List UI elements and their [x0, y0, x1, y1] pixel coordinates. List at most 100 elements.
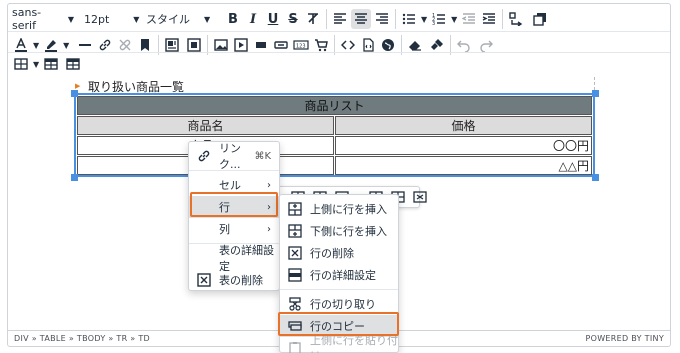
- indent-button[interactable]: [480, 9, 498, 29]
- horizontal-rule-icon: [79, 44, 92, 46]
- menu-item-label: 列: [219, 223, 230, 236]
- menu-item-label: リンク...: [219, 142, 241, 171]
- col-delete-icon: [413, 191, 427, 203]
- menu-item-label: セル: [219, 179, 241, 192]
- redo-icon: [480, 40, 494, 52]
- table-icon: [14, 58, 28, 70]
- file-code-icon: [363, 38, 374, 52]
- menu-item-link[interactable]: リンク... ⌘K: [189, 142, 279, 171]
- menu-item-row-properties[interactable]: 行の詳細設定: [280, 264, 398, 286]
- image-align-icon: [165, 38, 180, 52]
- table-title[interactable]: 商品リスト: [77, 96, 592, 115]
- strikethrough-button[interactable]: S: [284, 9, 302, 29]
- row-properties-icon: [286, 268, 304, 282]
- numbered-list-button[interactable]: 123: [430, 9, 448, 29]
- outdent-button[interactable]: [460, 9, 478, 29]
- cart-icon: [315, 39, 329, 52]
- table-grid-button[interactable]: [64, 54, 82, 74]
- copy-format-button[interactable]: [531, 9, 549, 29]
- table-button[interactable]: [12, 54, 30, 74]
- style-select[interactable]: スタイル ▼: [142, 9, 224, 29]
- row-delete-icon: [286, 246, 304, 260]
- toolbar-row-1: sans-serif ▼ 12pt ▼ スタイル ▼ B I U S ▼ 1 2…: [8, 6, 549, 32]
- chevron-down-icon[interactable]: ▼: [63, 41, 69, 50]
- align-right-button[interactable]: [373, 9, 391, 29]
- clear-format-button[interactable]: [304, 9, 322, 29]
- chevron-down-icon: ▼: [133, 14, 140, 24]
- bold-button[interactable]: B: [224, 9, 242, 29]
- table-properties-button[interactable]: [42, 54, 60, 74]
- toolbar-divider: [8, 52, 670, 53]
- header-cell-price[interactable]: 価格: [335, 116, 592, 135]
- resize-handle[interactable]: [592, 90, 599, 97]
- table-delete-icon: [195, 273, 213, 287]
- menu-item-label: 行: [219, 201, 230, 214]
- product-table[interactable]: 商品リスト 商品名 価格 商品A 〇〇円 △△円: [74, 93, 595, 177]
- link-icon: [195, 149, 213, 163]
- image-frame-icon: [187, 38, 202, 52]
- header-cell-name[interactable]: 商品名: [77, 116, 334, 135]
- chevron-down-icon: ▼: [204, 14, 211, 24]
- undo-icon: [457, 40, 470, 52]
- menu-item-cell[interactable]: セル ›: [189, 174, 279, 196]
- menu-item-insert-row-after[interactable]: 下側に行を挿入: [280, 220, 398, 242]
- menu-item-column[interactable]: 列 ›: [189, 218, 279, 240]
- font-size-select[interactable]: 12pt ▼: [80, 9, 140, 29]
- row-cut-icon: [286, 297, 304, 311]
- anchor-arrow-icon: ▶: [75, 82, 81, 90]
- link-icon: [100, 39, 111, 51]
- eraser-icon: [409, 41, 422, 51]
- table-grid-icon: [66, 58, 80, 70]
- menu-item-insert-row-before[interactable]: 上側に行を挿入: [280, 198, 398, 220]
- bullet-list-button[interactable]: [400, 9, 418, 29]
- toolbar-divider: [395, 9, 396, 29]
- chevron-right-icon: ›: [267, 223, 271, 235]
- font-family-value: sans-serif: [12, 6, 42, 32]
- table-cell[interactable]: △△円: [335, 156, 592, 175]
- italic-button[interactable]: I: [244, 9, 262, 29]
- chevron-right-icon: ›: [267, 201, 271, 213]
- align-left-button[interactable]: [331, 9, 349, 29]
- highlight-icon: [45, 40, 58, 52]
- chevron-down-icon[interactable]: ▼: [451, 15, 457, 24]
- menu-item-label: 行の削除: [310, 247, 354, 260]
- resize-handle[interactable]: [592, 174, 599, 181]
- numbered-list-icon: 123: [432, 13, 446, 26]
- code-icon: [341, 40, 356, 50]
- menu-item-table-properties[interactable]: 表の詳細設定: [189, 244, 279, 273]
- col-delete-button[interactable]: [411, 187, 429, 207]
- image-icon: [214, 39, 229, 51]
- chevron-down-icon[interactable]: ▼: [421, 15, 427, 24]
- menu-item-label: 表の削除: [219, 274, 263, 287]
- menu-item-paste-row-before[interactable]: 上側に行を貼り付け: [280, 334, 398, 353]
- bullet-list-icon: [402, 13, 415, 25]
- menu-item-delete-row[interactable]: 行の削除: [280, 242, 398, 264]
- source-format-button[interactable]: [507, 9, 525, 29]
- button-icon: [274, 41, 289, 49]
- style-value: スタイル: [146, 13, 190, 26]
- underline-button[interactable]: U: [264, 9, 282, 29]
- chevron-down-icon: ▼: [67, 14, 74, 24]
- counter-icon: 123: [293, 40, 309, 50]
- resize-handle[interactable]: [71, 174, 78, 181]
- powered-by-brand[interactable]: POWERED BY TINY: [586, 334, 665, 343]
- element-path[interactable]: DIV » TABLE » TBODY » TR » TD: [14, 334, 150, 343]
- menu-item-row[interactable]: 行 ›: [189, 196, 279, 218]
- menu-item-delete-table[interactable]: 表の削除: [189, 269, 279, 291]
- table-cell[interactable]: 〇〇円: [335, 136, 592, 155]
- chevron-down-icon[interactable]: ▼: [33, 60, 39, 69]
- context-menu: リンク... ⌘K セル › 行 › 列 › 表の詳細設定 表の削除: [188, 141, 280, 291]
- align-center-button[interactable]: [351, 9, 371, 29]
- toolbar-divider: [502, 9, 504, 29]
- block-icon: [256, 42, 267, 48]
- chevron-down-icon[interactable]: ▼: [33, 41, 39, 50]
- menu-item-cut-row[interactable]: 行の切り取り: [280, 293, 398, 315]
- bookmark-icon: [141, 39, 150, 51]
- resize-handle[interactable]: [71, 90, 78, 97]
- globe-icon: [382, 39, 395, 51]
- font-family-select[interactable]: sans-serif ▼: [8, 6, 78, 32]
- row-paste-icon: [286, 341, 304, 353]
- row-copy-icon: [286, 319, 304, 333]
- svg-text:3: 3: [432, 21, 435, 26]
- table-properties-icon: [44, 58, 58, 70]
